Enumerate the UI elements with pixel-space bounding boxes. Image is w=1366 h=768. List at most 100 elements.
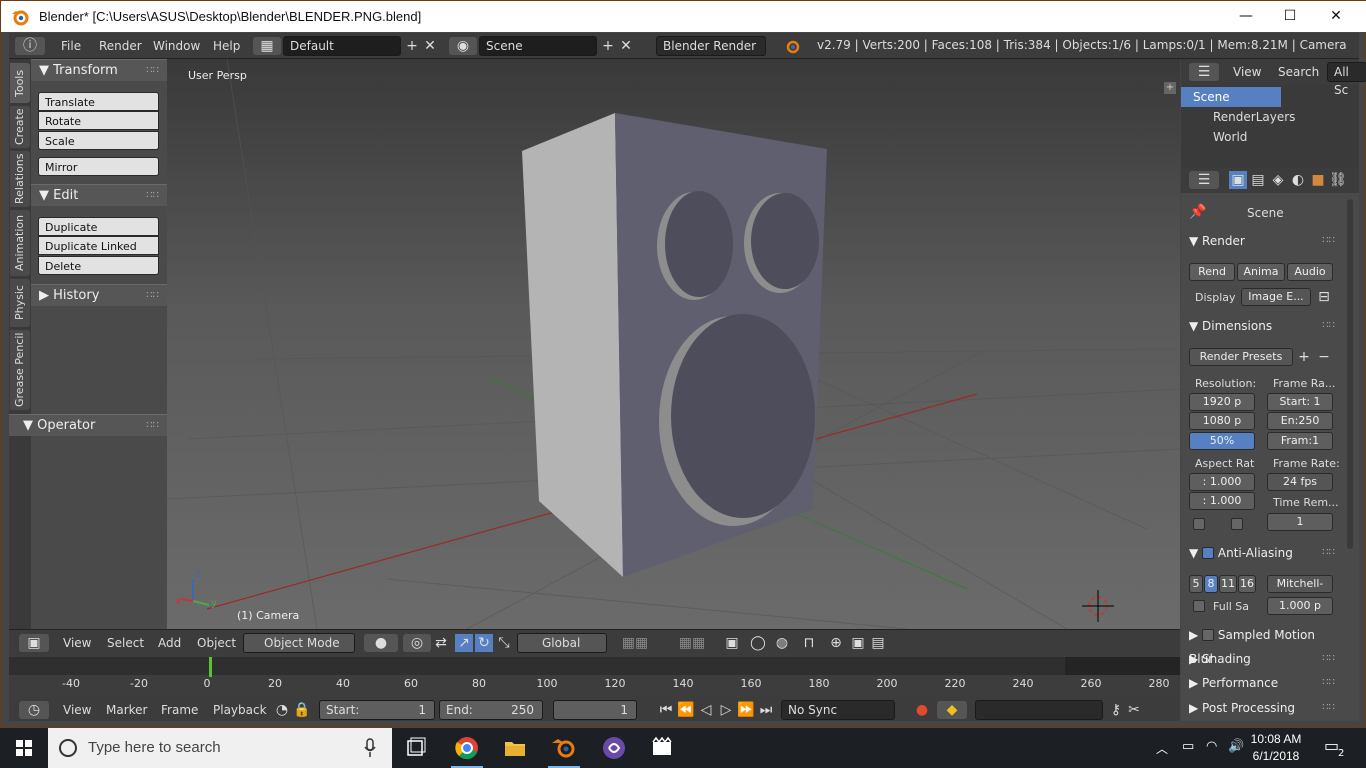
keyframe-type-icon[interactable]: ◆ [937, 701, 967, 719]
properties-editor-icon[interactable]: ☰ [1189, 171, 1219, 189]
aa-samples-16[interactable]: 16 [1238, 575, 1256, 593]
battery-icon[interactable]: ▭ [1182, 739, 1194, 754]
display-select[interactable]: Image E... [1241, 288, 1311, 306]
performance-panel-header[interactable]: ▶ Performance ∷∷ [1181, 671, 1341, 695]
video-editor-icon[interactable] [646, 732, 678, 764]
sync-select[interactable]: No Sync [781, 700, 895, 720]
delete-keyframe-icon[interactable]: ✂ [1125, 701, 1143, 719]
lock-interface-icon[interactable]: ⊟ [1315, 288, 1333, 306]
resolution-y-field[interactable]: 1080 p [1189, 412, 1255, 430]
transform-panel-header[interactable]: ▼ Transform ∷∷ [31, 59, 167, 81]
outliner-search-menu[interactable]: Search [1278, 62, 1319, 82]
frame-step-field[interactable]: Fram:1 [1267, 432, 1333, 450]
scale-manipulator-icon[interactable]: ⤡ [495, 634, 513, 652]
add-menu[interactable]: Add [158, 633, 181, 653]
outliner-view-menu[interactable]: View [1233, 62, 1261, 82]
render-animation-icon[interactable]: ▤ [869, 634, 887, 652]
edit-panel-header[interactable]: ▼ Edit ∷∷ [31, 184, 167, 206]
viewport-shading-icon[interactable]: ● [364, 634, 398, 652]
jump-end-icon[interactable]: ⏭ [757, 701, 775, 719]
audio-button[interactable]: Audio [1287, 263, 1333, 281]
sampled-motion-blur-panel-header[interactable]: ▶ Sampled Motion Blur [1181, 623, 1341, 666]
mirror-button[interactable]: Mirror [38, 157, 159, 176]
menu-render[interactable]: Render [99, 36, 142, 56]
blender-taskbar-icon[interactable] [548, 732, 580, 764]
jump-start-icon[interactable]: ⏮ [657, 701, 675, 719]
aa-samples-8[interactable]: 8 [1204, 575, 1218, 593]
crop-checkbox[interactable] [1231, 518, 1243, 530]
layers-icon[interactable]: ▦▦ [612, 634, 658, 652]
scale-button[interactable]: Scale [38, 131, 159, 150]
proportional-edit-icon[interactable]: ◍ [773, 634, 791, 652]
current-frame-field[interactable]: 1 [553, 700, 637, 720]
notifications-icon[interactable]: ▭ [1324, 736, 1339, 755]
add-scene-icon[interactable]: + [599, 37, 617, 55]
object-menu[interactable]: Object [197, 633, 236, 653]
orientation-select[interactable]: Global [517, 633, 607, 653]
filter-size-field[interactable]: 1.000 p [1267, 597, 1333, 615]
play-icon[interactable]: ▷ [717, 701, 735, 719]
keying-set-field[interactable] [975, 700, 1103, 720]
engine-select[interactable]: Blender Render [656, 36, 766, 56]
properties-toggle-icon[interactable]: + [1164, 82, 1176, 94]
world-tab-icon[interactable]: ◐ [1289, 171, 1307, 189]
layout-select[interactable]: Default [283, 36, 401, 56]
insert-keyframe-icon[interactable]: ⚷ [1107, 701, 1125, 719]
outliner-item-scene[interactable]: Scene [1181, 87, 1281, 107]
remove-layout-icon[interactable]: ✕ [421, 37, 439, 55]
file-explorer-icon[interactable] [499, 732, 531, 764]
aa-samples-11[interactable]: 11 [1219, 575, 1237, 593]
pivot-icon[interactable]: ◎ [403, 634, 431, 652]
translate-button[interactable]: Translate [38, 92, 159, 111]
timeline-editor-icon[interactable]: ◷ [19, 701, 49, 719]
post-processing-panel-header[interactable]: ▶ Post Processing ∷∷ [1181, 696, 1341, 720]
tab-create[interactable]: Create [10, 106, 30, 148]
3d-viewport[interactable]: z y x User Persp (1) Camera + [167, 59, 1180, 629]
minimize-button[interactable]: — [1223, 1, 1269, 32]
render-animation-button[interactable]: Anima [1237, 263, 1285, 281]
chrome-icon[interactable] [451, 732, 483, 764]
render-button[interactable]: Rend [1189, 263, 1235, 281]
object-tab-icon[interactable]: ■ [1309, 171, 1327, 189]
view-menu[interactable]: View [63, 633, 91, 653]
remove-preset-icon[interactable]: − [1315, 348, 1333, 366]
snap-icon[interactable]: ⊓ [795, 634, 823, 652]
tab-relations[interactable]: Relations [10, 151, 30, 207]
shading-panel-header[interactable]: ▶ Shading ∷∷ [1181, 647, 1341, 671]
editor-type-icon[interactable]: ▣ [19, 634, 49, 652]
record-icon[interactable]: ● [913, 701, 931, 719]
rotate-manipulator-icon[interactable]: ↻ [475, 634, 493, 652]
select-menu[interactable]: Select [107, 633, 144, 653]
timeline-current-frame[interactable] [209, 657, 212, 677]
motion-blur-checkbox[interactable] [1202, 629, 1215, 641]
remove-scene-icon[interactable]: ✕ [617, 37, 635, 55]
taskbar-clock[interactable]: 10:08 AM 6/1/2018 [1246, 731, 1306, 765]
anti-aliasing-panel-header[interactable]: ▼ Anti-Aliasing ∷∷ [1181, 541, 1341, 565]
timeline-track[interactable] [9, 657, 1180, 675]
duplicate-button[interactable]: Duplicate [38, 217, 159, 236]
play-reverse-icon[interactable]: ◁ [697, 701, 715, 719]
rotate-button[interactable]: Rotate [38, 111, 159, 130]
menu-window[interactable]: Window [153, 36, 200, 56]
tab-physics[interactable]: Physic [10, 279, 30, 327]
show-hidden-icons-icon[interactable]: ︿ [1156, 740, 1168, 757]
render-presets-select[interactable]: Render Presets [1189, 348, 1293, 366]
jump-keyframe-back-icon[interactable]: ⏪ [677, 701, 695, 719]
scene-icon[interactable]: ◉ [449, 37, 477, 55]
volume-icon[interactable]: 🔊 [1228, 739, 1244, 754]
windows-start-icon[interactable] [8, 732, 40, 764]
render-camera-icon[interactable]: ▣ [849, 634, 867, 652]
border-checkbox[interactable] [1193, 518, 1205, 530]
history-panel-header[interactable]: ▶ History ∷∷ [31, 284, 167, 306]
keying-icon[interactable]: ◔ [273, 701, 291, 719]
frame-start-field[interactable]: Start: 1 [1267, 393, 1333, 411]
snap-target-icon[interactable]: ⊕ [827, 634, 845, 652]
duplicate-linked-button[interactable]: Duplicate Linked [38, 236, 159, 255]
layers-2-icon[interactable]: ▦▦ [669, 634, 715, 652]
playback-menu[interactable]: Playback [213, 700, 267, 720]
timeline-view-menu[interactable]: View [63, 700, 91, 720]
frame-menu[interactable]: Frame [161, 700, 198, 720]
constraints-tab-icon[interactable]: ⛓ [1329, 171, 1347, 189]
torrent-app-icon[interactable] [598, 732, 630, 764]
maximize-button[interactable]: ☐ [1267, 1, 1313, 32]
